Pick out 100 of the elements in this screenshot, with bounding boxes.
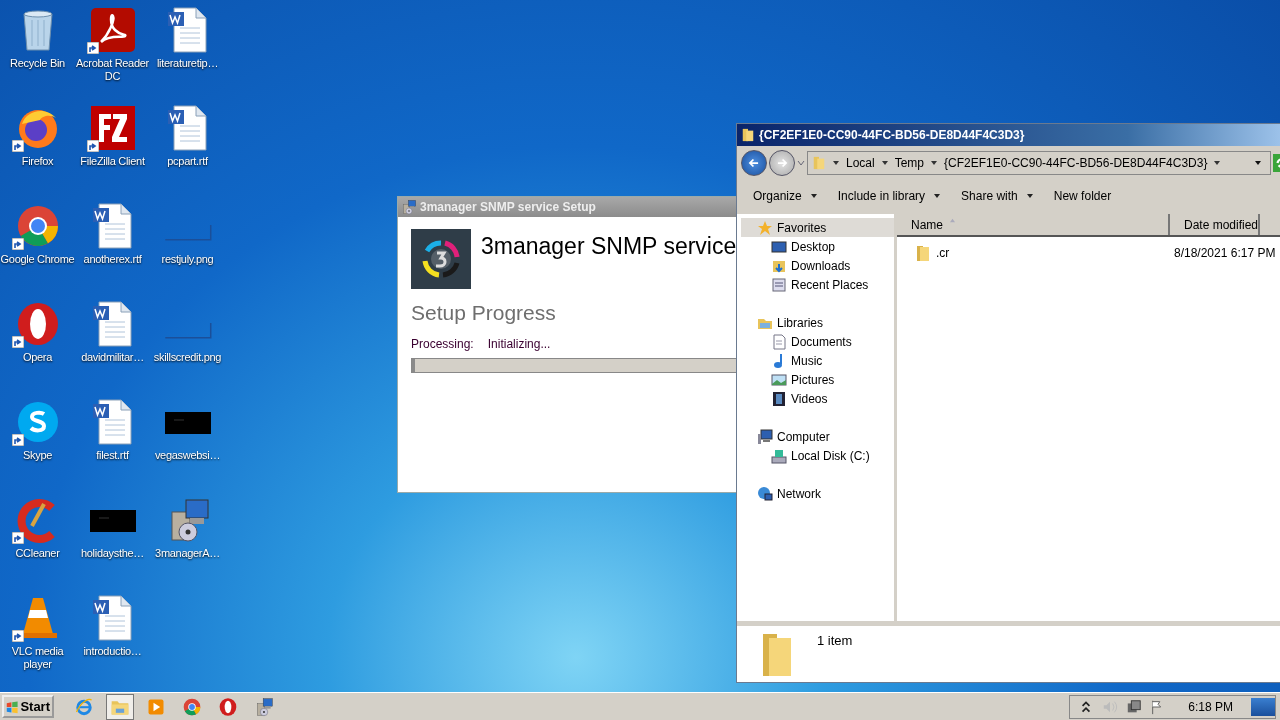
clock[interactable]: 6:18 PM	[1188, 699, 1233, 714]
file-row[interactable]: .cr 8/18/2021 6:17 PM	[897, 242, 1280, 264]
navigation-item[interactable]: Videos	[741, 389, 894, 408]
navigation-item[interactable]: Recent Places	[741, 275, 894, 294]
navigation-item[interactable]: Music	[741, 351, 894, 370]
caret-icon[interactable]	[880, 159, 889, 167]
blank-image-icon	[163, 224, 212, 241]
desktop-icon-label: FileZilla Client	[79, 155, 146, 168]
desktop-icon-label: vegaswebsi…	[153, 449, 222, 462]
desktop-icon-label: Recycle Bin	[9, 57, 66, 70]
desktop-icon[interactable]: Acrobat Reader DC	[75, 6, 150, 83]
desktop-icon	[771, 238, 787, 255]
desktop-icon[interactable]: skillscredit.png	[150, 300, 225, 364]
file-date: 8/18/2021 6:17 PM	[1173, 246, 1276, 260]
desktop-icon[interactable]: Firefox	[0, 104, 75, 168]
installer-icon	[401, 199, 417, 215]
forward-arrow-icon	[775, 156, 789, 170]
desktop-icon-label: Acrobat Reader DC	[75, 57, 150, 83]
desktop-icon[interactable]: anotherex.rtf	[75, 202, 150, 266]
navigation-item[interactable]: Libraries	[741, 313, 894, 332]
forward-button[interactable]	[769, 150, 795, 176]
start-button[interactable]: Start	[2, 695, 54, 718]
filezilla-icon	[88, 104, 137, 152]
address-bar[interactable]: Local Temp {CF2EF1E0-CC90-44FC-BD56-DE8D44F4C3D3}	[807, 151, 1271, 175]
desktop-icon-label: Opera	[21, 351, 54, 364]
breadcrumb-item[interactable]: Temp	[894, 156, 925, 170]
desktop-icon[interactable]: pcpart.rtf	[150, 104, 225, 168]
opera-icon	[218, 696, 238, 717]
desktop-icon-label: introductio…	[82, 645, 143, 658]
toolbar-button[interactable]: Include in library	[827, 184, 952, 208]
chrome-icon	[182, 696, 202, 717]
desktop-icon[interactable]: holidaysthe…	[75, 496, 150, 560]
desktop-icon[interactable]: Skype	[0, 398, 75, 462]
navigation-item[interactable]: Desktop	[741, 237, 894, 256]
desktop-icon-label: filest.rtf	[95, 449, 130, 462]
desktop-icon-label: VLC media player	[10, 645, 65, 671]
desktop-icon-label: holidaysthe…	[79, 547, 146, 560]
desktop-icon[interactable]: FileZilla Client	[75, 104, 150, 168]
desktop-icon-label: Firefox	[20, 155, 55, 168]
desktop-icon-label: anotherex.rtf	[82, 253, 143, 266]
column-header[interactable]: Name	[897, 214, 1170, 235]
recent-places-icon	[771, 276, 787, 293]
dropdown-caret-icon[interactable]	[1254, 159, 1262, 167]
navigation-item[interactable]: Pictures	[741, 370, 894, 389]
column-header[interactable]: Date modified	[1170, 214, 1261, 235]
file-name: .cr	[936, 246, 950, 260]
navigation-item[interactable]: Local Disk (C:)	[741, 446, 894, 465]
toolbar-button[interactable]: New folder	[1043, 184, 1122, 208]
installer-icon	[254, 696, 274, 717]
caret-icon[interactable]	[832, 159, 840, 167]
back-button[interactable]	[741, 150, 767, 176]
section-title: Setup Progress	[411, 301, 557, 325]
window-title: {CF2EF1E0-CC90-44FC-BD56-DE8D44F4C3D3}	[759, 128, 1025, 142]
toolbar-button[interactable]: Organize	[743, 184, 828, 208]
film-icon	[771, 390, 787, 407]
desktop-icon[interactable]: 3managerA…	[150, 496, 225, 560]
logo-icon	[411, 229, 471, 289]
toolbar-button[interactable]: Share with	[951, 184, 1044, 208]
navigation-item[interactable]: Network	[741, 484, 894, 503]
desktop-icon-label: davidmilitar…	[80, 351, 145, 364]
desktop-icon[interactable]: literaturetip…	[150, 6, 225, 70]
status-value: Initializing...	[487, 337, 551, 351]
desktop-icon-label: literaturetip…	[155, 57, 220, 70]
star-icon	[757, 219, 773, 236]
caret-icon[interactable]	[930, 159, 939, 167]
blank-image-icon	[163, 322, 212, 339]
desktop-icon[interactable]: Opera	[0, 300, 75, 364]
breadcrumb-item[interactable]: Local	[846, 156, 875, 170]
show-desktop-button[interactable]	[1251, 697, 1275, 716]
desktop-icon-label: Skype	[21, 449, 54, 462]
computer-icon	[757, 428, 773, 445]
desktop-icon-label: skillscredit.png	[152, 351, 223, 364]
desktop-icon-label: 3managerA…	[154, 547, 221, 560]
breadcrumb-item[interactable]: {CF2EF1E0-CC90-44FC-BD56-DE8D44F4C3D3}	[944, 156, 1208, 170]
desktop-icon[interactable]: CCleaner	[0, 496, 75, 560]
navigation-item[interactable]: Favorites	[741, 218, 894, 237]
folder-icon	[812, 155, 826, 171]
desktop-icon[interactable]: Recycle Bin	[0, 6, 75, 70]
acrobat-icon	[88, 6, 137, 54]
navigation-item[interactable]: Downloads	[741, 256, 894, 275]
desktop-icon[interactable]: restjuly.png	[150, 202, 225, 266]
navigation-item[interactable]: Documents	[741, 332, 894, 351]
desktop-icon[interactable]: introductio…	[75, 594, 150, 658]
caret-icon[interactable]	[1213, 159, 1222, 167]
desktop-icon[interactable]: VLC media player	[0, 594, 75, 671]
status-label: Processing:	[411, 337, 474, 351]
desktop-icon-label: restjuly.png	[160, 253, 215, 266]
document-icon	[771, 333, 787, 350]
desktop-icon[interactable]: filest.rtf	[75, 398, 150, 462]
window-title: 3manager SNMP service Setup	[420, 200, 596, 214]
desktop-icon[interactable]: Google Chrome	[0, 202, 75, 266]
network-icon[interactable]	[1126, 698, 1143, 715]
desktop-icon[interactable]: davidmilitar…	[75, 300, 150, 364]
disk-drive-icon	[771, 447, 787, 464]
setup-heading: 3manager SNMP service	[481, 233, 737, 260]
navigation-item[interactable]: Computer	[741, 427, 894, 446]
folder-icon	[741, 127, 755, 143]
picture-icon	[771, 371, 787, 388]
network-globe-icon	[757, 485, 773, 502]
desktop-icon[interactable]: vegaswebsi…	[150, 398, 225, 462]
